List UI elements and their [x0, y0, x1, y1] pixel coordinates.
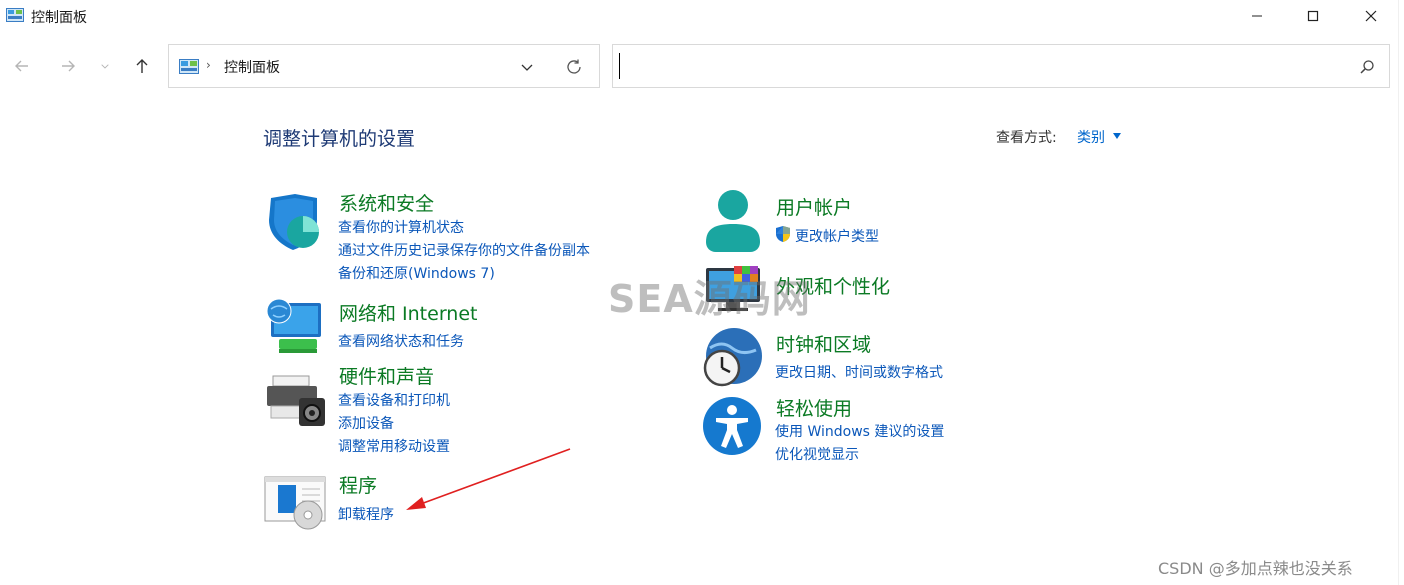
window-edge [1398, 0, 1404, 585]
uac-shield-icon [776, 226, 790, 242]
forward-button[interactable] [54, 52, 82, 80]
arrow-right-icon [62, 60, 75, 72]
view-by-label: 查看方式: [996, 130, 1057, 146]
address-bar[interactable]: › 控制面板 [168, 44, 600, 88]
search-icon[interactable] [1359, 59, 1375, 75]
minimize-icon [1252, 15, 1262, 17]
link-network-status[interactable]: 查看网络状态和任务 [338, 331, 464, 351]
maximize-icon [1307, 10, 1319, 22]
link-change-account-type[interactable]: 更改帐户类型 [795, 226, 879, 246]
arrow-up-icon [136, 59, 148, 73]
clock-region-icon[interactable] [702, 326, 762, 388]
close-button[interactable] [1342, 0, 1400, 32]
recent-locations-button[interactable] [94, 52, 116, 80]
link-view-computer-status[interactable]: 查看你的计算机状态 [338, 217, 464, 237]
link-change-date-time-format[interactable]: 更改日期、时间或数字格式 [775, 362, 943, 382]
search-input[interactable] [619, 53, 1339, 79]
close-icon [1365, 10, 1377, 22]
maximize-button[interactable] [1284, 0, 1342, 32]
link-add-device[interactable]: 添加设备 [338, 413, 394, 433]
accessibility-icon[interactable] [702, 396, 762, 456]
up-button[interactable] [128, 52, 156, 80]
network-globe-icon[interactable] [265, 297, 323, 355]
chevron-down-icon [101, 64, 109, 69]
caret-down-icon[interactable] [1113, 133, 1121, 139]
link-recommended-settings[interactable]: 使用 Windows 建议的设置 [775, 421, 944, 441]
category-title-hardware-sound[interactable]: 硬件和声音 [339, 362, 434, 389]
link-optimize-visual-display[interactable]: 优化视觉显示 [775, 444, 859, 464]
link-uninstall-program[interactable]: 卸载程序 [338, 504, 394, 524]
window-title: 控制面板 [31, 10, 87, 26]
category-title-system-security[interactable]: 系统和安全 [339, 189, 434, 216]
control-panel-icon [179, 59, 199, 74]
link-devices-printers[interactable]: 查看设备和打印机 [338, 390, 450, 410]
link-backup-restore[interactable]: 备份和还原(Windows 7) [338, 263, 495, 283]
watermark: SEA源码网 [608, 277, 811, 321]
shield-icon[interactable] [265, 194, 323, 250]
chevron-down-icon[interactable] [519, 59, 535, 75]
title-bar: 控制面板 [0, 0, 1404, 32]
programs-icon[interactable] [264, 475, 326, 531]
breadcrumb-control-panel[interactable]: 控制面板 [224, 57, 280, 77]
control-panel-icon [6, 8, 24, 22]
printer-speaker-icon[interactable] [265, 372, 325, 428]
credit-text: CSDN @多加点辣也没关系 [1158, 559, 1353, 578]
annotation-arrow [406, 448, 571, 510]
user-account-icon[interactable] [704, 190, 762, 252]
category-title-programs[interactable]: 程序 [339, 471, 377, 498]
page-title: 调整计算机的设置 [263, 128, 416, 150]
view-by-dropdown[interactable]: 类别 [1077, 127, 1105, 147]
link-file-history-backup[interactable]: 通过文件历史记录保存你的文件备份副本 [338, 240, 590, 260]
category-title-user-accounts[interactable]: 用户帐户 [776, 193, 852, 220]
category-title-network-internet[interactable]: 网络和 Internet [339, 299, 477, 326]
arrow-left-icon [15, 60, 28, 72]
search-box[interactable] [612, 44, 1390, 88]
breadcrumb-separator-icon: › [206, 58, 211, 72]
category-title-clock-region[interactable]: 时钟和区域 [776, 330, 871, 357]
category-title-ease-of-access[interactable]: 轻松使用 [776, 394, 852, 421]
minimize-button[interactable] [1228, 0, 1286, 32]
back-button[interactable] [8, 52, 36, 80]
refresh-icon[interactable] [565, 58, 583, 76]
